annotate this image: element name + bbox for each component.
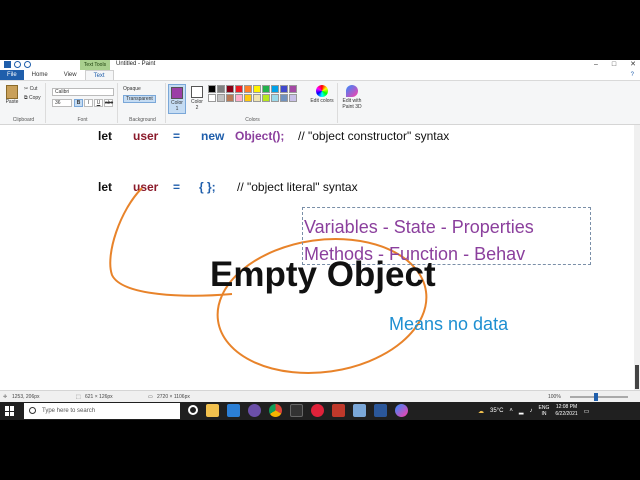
chrome-icon[interactable]: [269, 404, 282, 417]
network-icon[interactable]: ▂: [519, 408, 524, 415]
clock[interactable]: 12:08 PM 6/22/2021: [555, 404, 577, 418]
zoom-level: 100%: [548, 394, 561, 400]
screen: Text Tools Untitled - Paint – □ ✕ File H…: [0, 60, 640, 420]
canvas-size: 2720 × 1106px: [157, 394, 190, 400]
empty-object-heading: Empty Object: [210, 255, 436, 294]
weather-icon[interactable]: ☁: [478, 408, 484, 415]
means-no-data-text: Means no data: [389, 314, 509, 334]
notification-icon[interactable]: ▭: [584, 408, 590, 415]
cursor-position-icon: ✛: [3, 394, 8, 400]
selection-icon: ⬚: [76, 394, 81, 400]
search-icon: [29, 407, 36, 414]
windows-start-icon[interactable]: [5, 406, 15, 416]
app-circle-icon[interactable]: [248, 404, 261, 417]
tray-chevron-icon[interactable]: ˄: [509, 408, 513, 414]
taskbar-pinned-apps: [188, 404, 408, 417]
input-language[interactable]: ENG IN: [539, 405, 550, 417]
language-region: IN: [541, 411, 547, 417]
word-icon[interactable]: [374, 404, 387, 417]
opera-icon[interactable]: [311, 404, 324, 417]
temperature[interactable]: 35°C: [490, 408, 503, 414]
clock-time: 12:08 PM: [555, 404, 578, 410]
vscode-icon[interactable]: [227, 404, 240, 417]
cursor-position: 1253, 206px: [12, 394, 40, 400]
zoom-slider[interactable]: [570, 396, 628, 398]
selection-size: 621 × 126px: [85, 394, 113, 400]
status-bar: ✛ 1253, 206px ⬚ 621 × 126px ▭ 2720 × 110…: [0, 390, 640, 402]
task-view-icon[interactable]: [188, 405, 198, 415]
taskbar-search-input[interactable]: Type here to search: [24, 403, 180, 419]
windows-taskbar: Type here to search ☁ 35°C ˄ ▂ ♪ ENG IN: [0, 402, 640, 420]
paint3d-taskbar-icon[interactable]: [395, 404, 408, 417]
clock-date: 6/22/2021: [555, 411, 578, 417]
app-red-icon[interactable]: [332, 404, 345, 417]
annotation-variables-state-properties: Variables - State - Properties: [304, 217, 534, 237]
app-dark-icon[interactable]: [290, 404, 303, 417]
volume-icon[interactable]: ♪: [530, 408, 533, 414]
system-tray: ☁ 35°C ˄ ▂ ♪ ENG IN 12:08 PM 6/22/2021 ▭: [478, 402, 589, 420]
zoom-slider-thumb[interactable]: [594, 393, 598, 401]
file-explorer-icon[interactable]: [206, 404, 219, 417]
paint-icon[interactable]: [353, 404, 366, 417]
canvas-size-icon: ▭: [148, 394, 153, 400]
